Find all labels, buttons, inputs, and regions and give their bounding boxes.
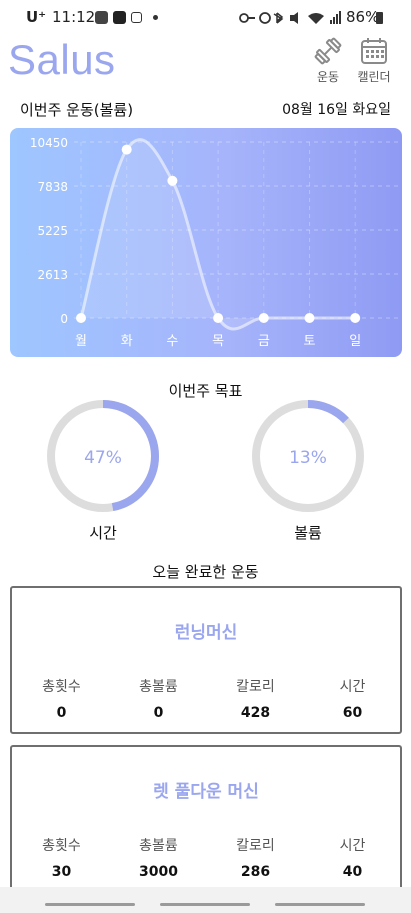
stat-value-volume: 0	[153, 705, 164, 721]
nav-recents-handle[interactable]	[45, 903, 135, 906]
x-tick-label: 월	[75, 334, 87, 349]
calendar-icon	[361, 38, 387, 64]
chart-svg: 10450 7838 5225 2613 0월 화 수 목 금 토 일	[30, 136, 402, 349]
y-tick-label: 7838	[37, 180, 68, 194]
data-point	[304, 313, 315, 323]
exercise-name: 런닝머신	[174, 623, 238, 643]
y-tick-label: 0	[60, 312, 68, 326]
current-date: 08월 16일 화요일	[282, 102, 391, 118]
x-tick-label: 토	[304, 334, 316, 349]
data-point	[167, 175, 178, 186]
key-icon	[239, 13, 255, 23]
data-point	[121, 144, 132, 155]
battery-percent: 86%	[346, 8, 380, 26]
x-tick-label: 화	[121, 334, 133, 349]
dot-icon	[153, 15, 158, 20]
system-icons	[239, 11, 341, 24]
stat-value-reps: 30	[51, 864, 72, 880]
time-goal-percent: 47%	[84, 448, 122, 468]
stat-header-volume: 총볼륨	[139, 838, 178, 854]
exercise-name: 렛 풀다운 머신	[153, 782, 259, 802]
data-point	[350, 313, 361, 323]
status-time: 11:12	[52, 8, 96, 26]
alarm-icon	[259, 12, 271, 24]
x-tick-label: 금	[258, 334, 270, 349]
stat-value-calories: 428	[240, 705, 271, 721]
puzzle-icon	[113, 11, 126, 24]
carrier-label: U⁺	[26, 8, 47, 26]
stat-header-time: 시간	[339, 679, 366, 695]
stat-value-time: 60	[342, 705, 363, 721]
data-point	[258, 313, 269, 323]
stat-value-calories: 286	[240, 864, 271, 880]
stat-value-reps: 0	[56, 705, 67, 721]
wifi-icon	[308, 13, 324, 24]
stat-header-reps: 총횟수	[42, 838, 81, 854]
bluetooth-icon	[273, 12, 284, 24]
dumbbell-icon	[314, 37, 342, 65]
volume-goal-label: 볼륨	[294, 524, 322, 542]
mute-icon	[290, 12, 298, 24]
calendar-label: 캘린더	[357, 70, 391, 84]
talk-icon	[95, 11, 108, 24]
time-goal-label: 시간	[89, 524, 117, 542]
stat-value-time: 40	[342, 864, 363, 880]
stat-header-volume: 총볼륨	[139, 679, 178, 695]
x-tick-label: 일	[349, 334, 361, 349]
battery-icon	[376, 12, 383, 24]
stat-value-volume: 3000	[139, 864, 178, 880]
exercise-card[interactable]: 렛 풀다운 머신 총횟수 총볼륨 칼로리 시간 30 3000 286 40	[10, 745, 402, 897]
signal-icon	[330, 11, 341, 24]
nav-back-handle[interactable]	[275, 903, 365, 906]
volume-goal-percent: 13%	[289, 448, 327, 468]
data-point	[213, 313, 224, 323]
navigation-bar	[0, 887, 411, 913]
stat-header-calories: 칼로리	[236, 679, 275, 695]
y-tick-label: 5225	[37, 224, 68, 238]
nav-home-handle[interactable]	[160, 903, 250, 906]
calendar-button[interactable]: 캘린더	[344, 36, 404, 86]
weekly-title: 이번주 운동(볼륨)	[20, 101, 134, 119]
x-tick-label: 수	[166, 334, 178, 349]
exercise-card[interactable]: 런닝머신 총횟수 총볼륨 칼로리 시간 0 0 428 60	[10, 586, 402, 734]
stat-header-time: 시간	[339, 838, 366, 854]
weekly-volume-chart: 10450 7838 5225 2613 0 월 화 수 목 금 토 일	[10, 128, 402, 357]
app-title: Salus	[8, 36, 116, 83]
status-bar: U⁺ 11:12 86%	[0, 0, 411, 34]
stat-header-reps: 총횟수	[42, 679, 81, 695]
y-tick-label: 2613	[37, 268, 68, 282]
screenshot-icon	[131, 12, 142, 23]
data-point	[76, 313, 86, 323]
completed-title: 오늘 완료한 운동	[152, 563, 259, 581]
y-tick-label: 10450	[30, 136, 68, 150]
stat-header-calories: 칼로리	[236, 838, 275, 854]
x-tick-label: 목	[212, 334, 224, 349]
